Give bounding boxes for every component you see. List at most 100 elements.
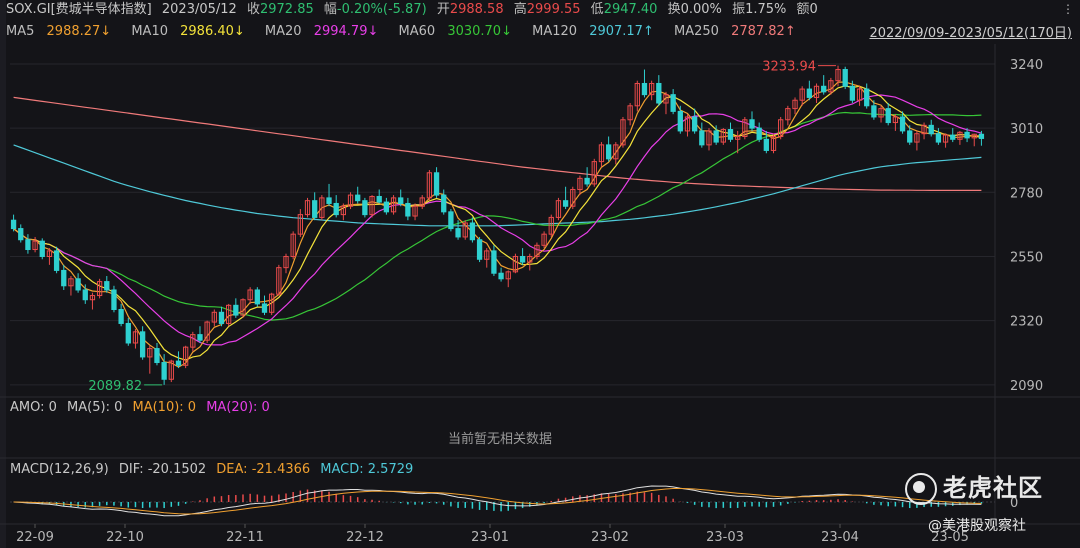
price-tick-label: 2550 bbox=[1010, 250, 1043, 265]
amo-empty-message: 当前暂无相关数据 bbox=[447, 432, 552, 447]
ma250-item[interactable]: MA250 2787.82↑ bbox=[674, 24, 804, 39]
price-axis: 3240 3010 2780 2550 2320 2090 bbox=[1010, 58, 1043, 394]
ma20-value: 2994.79↓ bbox=[313, 24, 379, 39]
candle-body bbox=[871, 105, 877, 118]
candle-body bbox=[806, 88, 813, 98]
candle-body bbox=[82, 289, 88, 301]
candle-body bbox=[727, 129, 734, 140]
amo-legend: AMO: 0 MA(5): 0 MA(10): 0 MA(20): 0 bbox=[10, 398, 276, 418]
time-tick-label: 23-03 bbox=[706, 530, 744, 545]
ma60-line bbox=[13, 111, 982, 321]
amo-value: AMO: 0 bbox=[10, 400, 57, 415]
candle-body bbox=[39, 240, 45, 257]
candle-body bbox=[10, 219, 17, 230]
close-value: 2972.85 bbox=[259, 2, 314, 17]
time-tick-label: 22-12 bbox=[346, 530, 384, 545]
ma60-value: 3030.70↓ bbox=[447, 24, 512, 39]
time-tick-label: 23-04 bbox=[821, 530, 859, 545]
amo-ma5: MA(5): 0 bbox=[67, 400, 123, 415]
candle-body bbox=[964, 131, 970, 139]
candle-body bbox=[154, 348, 160, 364]
candle-body bbox=[864, 88, 870, 107]
candle-body bbox=[18, 228, 24, 241]
candle-body bbox=[656, 82, 662, 104]
candle-body bbox=[53, 250, 60, 271]
candle-body bbox=[584, 177, 590, 185]
candle-body bbox=[476, 239, 483, 260]
candle-body bbox=[756, 127, 762, 140]
ma10-item[interactable]: MA10 2986.40↓ bbox=[131, 24, 252, 39]
change-label: 幅 bbox=[323, 2, 337, 17]
dea-line bbox=[13, 488, 982, 515]
price-tick-label: 2320 bbox=[1010, 315, 1043, 330]
candle-body bbox=[111, 289, 117, 310]
candle-body bbox=[950, 134, 956, 140]
candle-body bbox=[383, 201, 390, 213]
candle-body bbox=[355, 194, 361, 202]
amount-value: 0 bbox=[809, 2, 818, 17]
candle-body bbox=[692, 116, 698, 132]
candle-body bbox=[842, 69, 848, 87]
time-axis: 22-09 22-10 22-11 22-12 23-01 23-02 23-03 23-04… bbox=[16, 524, 969, 545]
price-annotations: 3233.94 2089.82 bbox=[88, 60, 837, 394]
low-annotation: 2089.82 bbox=[88, 379, 142, 394]
ma120-line bbox=[13, 144, 982, 227]
open-value: 2988.58 bbox=[449, 2, 504, 17]
amplitude-value: 1.75% bbox=[745, 2, 787, 17]
candle-body bbox=[935, 133, 942, 143]
candle-body bbox=[907, 130, 913, 143]
chart-grid bbox=[0, 44, 1080, 525]
watermark-author: @美港股观察社 bbox=[928, 518, 1026, 534]
macd-dif: DIF: -20.1502 bbox=[118, 462, 207, 477]
open-label: 开 bbox=[436, 2, 450, 17]
candle-body bbox=[326, 197, 332, 204]
candle-body bbox=[333, 202, 339, 216]
candle-body bbox=[218, 311, 225, 324]
candle-body bbox=[498, 272, 504, 280]
candle-body bbox=[519, 255, 526, 263]
candle-body bbox=[455, 228, 461, 238]
macd-title[interactable]: MACD(12,26,9) bbox=[10, 462, 109, 477]
amo-ma20: MA(20): 0 bbox=[206, 400, 270, 415]
candle-body bbox=[670, 94, 676, 112]
candle-body bbox=[376, 195, 382, 203]
low-value: 2947.40 bbox=[603, 2, 658, 17]
candle-body bbox=[161, 362, 167, 380]
turnover-value: 0.00% bbox=[680, 2, 722, 17]
ma60-item[interactable]: MA60 3030.70↓ bbox=[399, 24, 520, 39]
candle-body bbox=[261, 303, 268, 313]
menu-dots-icon[interactable]: ⋮ bbox=[1062, 2, 1074, 16]
quote-date: 2023/05/12 bbox=[161, 2, 237, 17]
date-range-selector[interactable]: 2022/09/09-2023/05/12(170日) bbox=[869, 22, 1072, 41]
ma-lines bbox=[13, 81, 982, 368]
ma20-item[interactable]: MA20 2994.79↓ bbox=[265, 24, 386, 39]
amount-label: 额 bbox=[796, 2, 810, 17]
candle-body bbox=[849, 85, 856, 101]
candle-body bbox=[233, 304, 239, 316]
candle-body bbox=[441, 194, 447, 213]
candle-body bbox=[75, 278, 81, 291]
change-value: -0.20%(-5.87) bbox=[336, 2, 427, 17]
time-tick-label: 23-01 bbox=[471, 530, 509, 545]
ma5-item[interactable]: MA5 2988.27↓ bbox=[6, 24, 119, 39]
candle-body bbox=[398, 197, 404, 204]
candle-body bbox=[562, 200, 569, 207]
candle-body bbox=[899, 116, 906, 132]
candle-body bbox=[139, 331, 146, 358]
ma120-item[interactable]: MA120 2907.17↑ bbox=[532, 24, 662, 39]
low-label: 低 bbox=[590, 2, 604, 17]
macd-dea: DEA: -21.4366 bbox=[216, 462, 311, 477]
ma20-line bbox=[13, 94, 982, 346]
symbol-name[interactable]: SOX.GI[费城半导体指数] bbox=[6, 2, 152, 17]
price-tick-label: 3010 bbox=[1010, 122, 1043, 137]
price-tick-label: 2780 bbox=[1010, 186, 1043, 201]
time-tick-label: 22-11 bbox=[226, 530, 264, 545]
time-tick-label: 22-10 bbox=[106, 530, 144, 545]
candle-body bbox=[25, 239, 31, 251]
candle-body bbox=[605, 144, 612, 160]
time-tick-label: 22-09 bbox=[16, 530, 54, 545]
high-annotation: 3233.94 bbox=[762, 60, 816, 75]
time-tick-label: 23-02 bbox=[591, 530, 629, 545]
candle-body bbox=[104, 281, 110, 291]
candle-body bbox=[362, 200, 368, 216]
